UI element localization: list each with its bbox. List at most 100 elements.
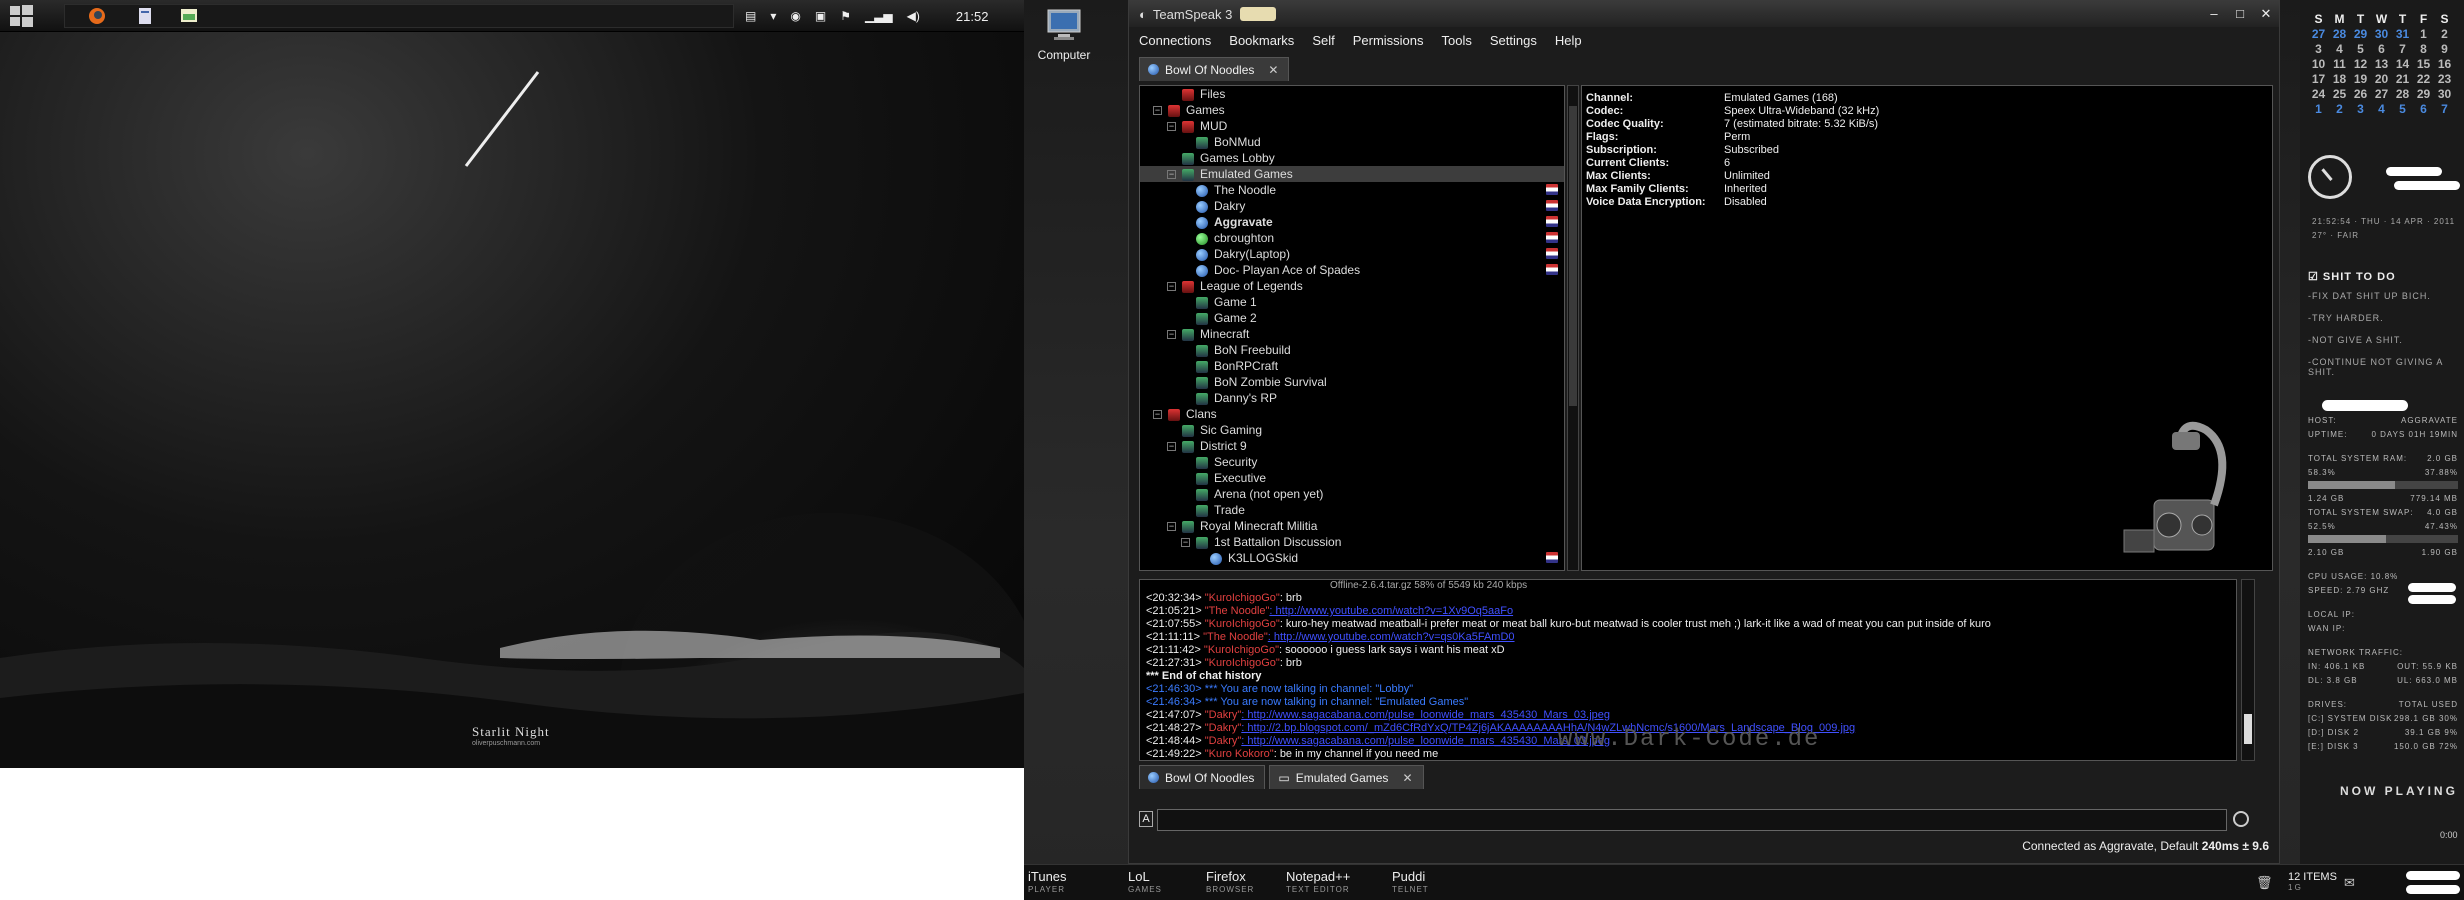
calendar-day[interactable]: 5 <box>2350 42 2371 57</box>
message-input[interactable] <box>1157 809 2227 831</box>
channel-row[interactable]: − League of Legends <box>1140 278 1564 294</box>
channel-row[interactable]: − Minecraft <box>1140 326 1564 342</box>
collapse-toggle-icon[interactable]: − <box>1167 282 1176 292</box>
document-icon[interactable] <box>134 6 156 26</box>
chat-nick[interactable]: "The Noodle" <box>1203 631 1268 643</box>
chat-tab-server[interactable]: Bowl Of Noodles <box>1139 765 1266 789</box>
calendar-day[interactable]: 19 <box>2350 72 2371 87</box>
calendar-day[interactable]: 21 <box>2392 72 2413 87</box>
client-row[interactable]: Doc- Playan Ace of Spades <box>1140 262 1564 278</box>
menu-help[interactable]: Help <box>1555 33 1582 48</box>
chat-link[interactable]: : http://www.youtube.com/watch?v=qs0Ka5F… <box>1268 631 1515 643</box>
chat-nick[interactable]: "Kuro Kokoro" <box>1205 748 1274 760</box>
calendar-day[interactable]: 13 <box>2371 57 2392 72</box>
calendar-day[interactable]: 26 <box>2350 87 2371 102</box>
client-row[interactable]: cbroughton <box>1140 230 1564 246</box>
chat-nick[interactable]: "KuroIchigoGo" <box>1205 618 1280 630</box>
chat-scrollbar[interactable] <box>2241 579 2255 761</box>
client-row[interactable]: Dakry <box>1140 198 1564 214</box>
collapse-toggle-icon[interactable]: − <box>1167 122 1176 132</box>
volume-icon[interactable]: ◀) <box>907 9 920 23</box>
chat-scroll-thumb[interactable] <box>2244 714 2252 744</box>
calendar-day[interactable]: 2 <box>2329 102 2350 117</box>
chat-nick[interactable]: "Dakry" <box>1205 735 1242 747</box>
mail-icon[interactable]: ✉ <box>2344 875 2355 891</box>
printer-icon[interactable]: ▤ <box>745 9 756 23</box>
calendar-day[interactable]: 7 <box>2434 102 2455 117</box>
chat-nick[interactable]: "KuroIchigoGo" <box>1205 592 1280 604</box>
channel-row[interactable]: Danny's RP <box>1140 390 1564 406</box>
minimize-button[interactable]: – <box>2201 6 2227 22</box>
channel-row[interactable]: Game 1 <box>1140 294 1564 310</box>
calendar-day[interactable]: 22 <box>2413 72 2434 87</box>
calendar-day[interactable]: 6 <box>2413 102 2434 117</box>
channel-row[interactable]: Game 2 <box>1140 310 1564 326</box>
calendar-day[interactable]: 8 <box>2413 42 2434 57</box>
taskbar-firefox[interactable]: Firefox BROWSER <box>1206 869 1254 894</box>
calendar-day[interactable]: 29 <box>2350 27 2371 42</box>
computer-desktop-icon[interactable]: Computer <box>1036 8 1092 62</box>
picture-icon[interactable] <box>178 6 200 26</box>
chat-nick[interactable]: "KuroIchigoGo" <box>1205 657 1280 669</box>
server-tab[interactable]: Bowl Of Noodles ✕ <box>1139 57 1290 81</box>
taskbar-itunes[interactable]: iTunes PLAYER <box>1028 869 1067 894</box>
menu-tools[interactable]: Tools <box>1442 33 1472 48</box>
menu-self[interactable]: Self <box>1312 33 1334 48</box>
calendar-day[interactable]: 15 <box>2413 57 2434 72</box>
signal-icon[interactable]: ▁▃▅ <box>865 9 893 23</box>
channel-row[interactable]: − MUD <box>1140 118 1564 134</box>
calendar-day[interactable]: 27 <box>2308 27 2329 42</box>
taskbar-lol[interactable]: LoL GAMES <box>1128 869 1162 894</box>
calendar-day[interactable]: 17 <box>2308 72 2329 87</box>
calendar-day[interactable]: 23 <box>2434 72 2455 87</box>
menu-settings[interactable]: Settings <box>1490 33 1537 48</box>
calendar-day[interactable]: 24 <box>2308 87 2329 102</box>
calendar-day[interactable]: 3 <box>2308 42 2329 57</box>
menu-connections[interactable]: Connections <box>1139 33 1211 48</box>
calendar-day[interactable]: 11 <box>2329 57 2350 72</box>
collapse-toggle-icon[interactable]: − <box>1153 410 1162 420</box>
firefox-icon[interactable] <box>86 6 108 26</box>
calendar-day[interactable]: 20 <box>2371 72 2392 87</box>
collapse-toggle-icon[interactable]: − <box>1167 442 1176 452</box>
channel-row[interactable]: − Emulated Games <box>1140 166 1564 182</box>
windows-start-icon[interactable] <box>6 3 36 29</box>
client-row[interactable]: Dakry(Laptop) <box>1140 246 1564 262</box>
close-button[interactable]: ✕ <box>2253 6 2279 22</box>
channel-row[interactable]: BoN Zombie Survival <box>1140 374 1564 390</box>
teamspeak-tray-icon[interactable]: ◉ <box>790 9 800 23</box>
flag-icon[interactable]: ⚑ <box>840 9 851 23</box>
close-tab-icon[interactable]: ✕ <box>1268 63 1278 77</box>
calendar-day[interactable]: 12 <box>2350 57 2371 72</box>
chat-link[interactable]: : http://www.youtube.com/watch?v=1Xv9Oq5… <box>1269 605 1513 617</box>
emoticon-icon[interactable] <box>2233 811 2249 827</box>
calendar-day[interactable]: 5 <box>2392 102 2413 117</box>
channel-row[interactable]: Sic Gaming <box>1140 422 1564 438</box>
calendar-day[interactable]: 1 <box>2308 102 2329 117</box>
collapse-toggle-icon[interactable]: − <box>1181 538 1190 548</box>
chat-nick[interactable]: "Dakry" <box>1205 722 1242 734</box>
chat-nick[interactable]: "Dakry" <box>1205 709 1242 721</box>
channel-row[interactable]: − District 9 <box>1140 438 1564 454</box>
calendar-day[interactable]: 2 <box>2434 27 2455 42</box>
client-row[interactable]: Aggravate <box>1140 214 1564 230</box>
chat-tab-channel[interactable]: ▭ Emulated Games ✕ <box>1269 765 1424 789</box>
calendar-day[interactable]: 28 <box>2392 87 2413 102</box>
calendar-day[interactable]: 1 <box>2413 27 2434 42</box>
calendar-day[interactable]: 30 <box>2371 27 2392 42</box>
calendar-day[interactable]: 27 <box>2371 87 2392 102</box>
calendar-day[interactable]: 9 <box>2434 42 2455 57</box>
collapse-toggle-icon[interactable]: − <box>1167 170 1176 180</box>
maximize-button[interactable]: □ <box>2227 6 2253 22</box>
channel-row[interactable]: Arena (not open yet) <box>1140 486 1564 502</box>
channel-row[interactable]: − Royal Minecraft Militia <box>1140 518 1564 534</box>
channel-row[interactable]: − 1st Battalion Discussion <box>1140 534 1564 550</box>
calendar-day[interactable]: 16 <box>2434 57 2455 72</box>
chat-link[interactable]: : http://www.sagacabana.com/pulse_loonwi… <box>1241 709 1610 721</box>
channel-row[interactable]: − Clans <box>1140 406 1564 422</box>
channel-row[interactable]: BoN Freebuild <box>1140 342 1564 358</box>
calendar-day[interactable]: 10 <box>2308 57 2329 72</box>
recycle-bin-icon[interactable]: 🗑 <box>2256 875 2273 891</box>
channel-row[interactable]: Files <box>1140 86 1564 102</box>
calendar-day[interactable]: 30 <box>2434 87 2455 102</box>
